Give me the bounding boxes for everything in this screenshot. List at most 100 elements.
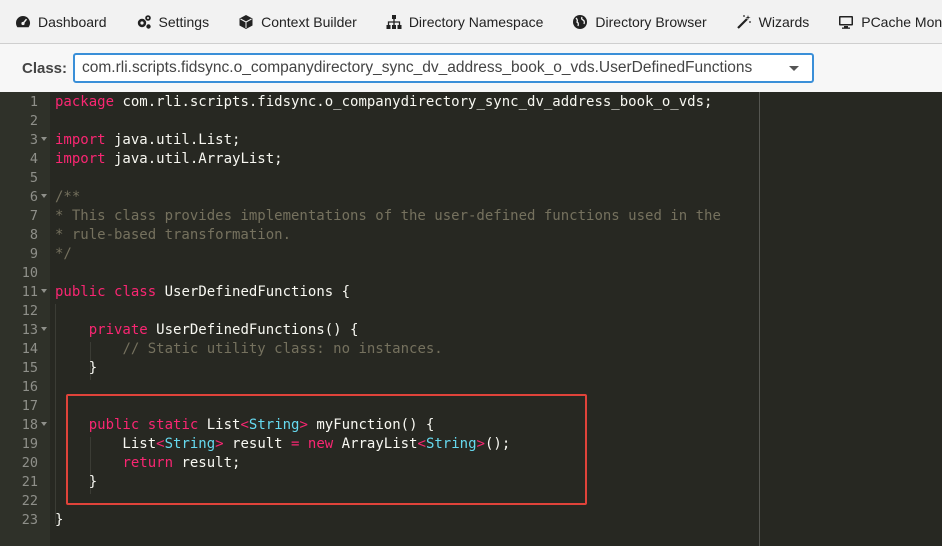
nav-directory-browser-label: Directory Browser <box>595 13 707 30</box>
nav-pcache-monitoring[interactable]: PCache Monitoring <box>823 0 942 43</box>
line-number: 2 <box>29 113 38 129</box>
nav-wizards-label: Wizards <box>758 13 810 30</box>
class-bar: Class: com.rli.scripts.fidsync.o_company… <box>0 44 942 92</box>
code-token: UserDefinedFunctions() { <box>147 322 359 338</box>
nav-context-builder[interactable]: Context Builder <box>223 0 371 43</box>
nav-directory-namespace[interactable]: Directory Namespace <box>371 0 558 43</box>
code-text: public class UserDefinedFunctions { <box>55 283 350 302</box>
line-number: 4 <box>29 151 38 167</box>
line-number: 8 <box>29 227 38 243</box>
fold-arrow-icon[interactable] <box>41 137 47 141</box>
code-line[interactable]: 8 * rule-based transformation. <box>0 226 942 245</box>
line-number: 6 <box>29 189 38 205</box>
code-text: } <box>55 511 63 530</box>
code-token: // Static utility class: no instances. <box>122 341 443 357</box>
line-number: 3 <box>29 132 38 148</box>
line-number: 21 <box>21 474 38 490</box>
code-line[interactable]: 3 import java.util.List; <box>0 131 942 150</box>
code-text: import java.util.ArrayList; <box>55 150 283 169</box>
monitor-icon <box>837 13 855 31</box>
line-number: 13 <box>21 322 38 338</box>
line-number: 22 <box>21 493 38 509</box>
code-token: } <box>55 360 98 376</box>
nav-settings-label: Settings <box>158 13 210 30</box>
code-token: UserDefinedFunctions { <box>156 284 351 300</box>
line-number: 15 <box>21 360 38 376</box>
line-number: 5 <box>29 170 38 186</box>
line-number: 17 <box>21 398 38 414</box>
top-navigation: Dashboard Settings Context Builder Direc… <box>0 0 942 44</box>
code-line[interactable]: 6 /** <box>0 188 942 207</box>
line-number: 20 <box>21 455 38 471</box>
code-token: class <box>114 284 157 300</box>
code-text: /** <box>55 188 80 207</box>
line-number: 10 <box>21 265 38 281</box>
code-token: } <box>55 512 64 528</box>
gears-icon <box>135 13 153 31</box>
fold-arrow-icon[interactable] <box>41 289 47 293</box>
line-number: 19 <box>21 436 38 452</box>
nav-directory-browser[interactable]: Directory Browser <box>557 0 720 43</box>
line-number: 9 <box>29 246 38 262</box>
code-line[interactable]: 9 */ <box>0 245 942 264</box>
code-text: * This class provides implementations of… <box>55 207 721 226</box>
code-text: package com.rli.scripts.fidsync.o_compan… <box>55 93 712 112</box>
fold-arrow-icon[interactable] <box>41 327 47 331</box>
code-token: java.util.List; <box>105 132 241 148</box>
highlight-annotation-box <box>66 394 587 505</box>
code-text: */ <box>55 245 72 264</box>
sitemap-icon <box>385 13 403 31</box>
class-select[interactable]: com.rli.scripts.fidsync.o_companydirecto… <box>73 53 814 83</box>
code-line[interactable]: 14 // Static utility class: no instances… <box>0 340 942 359</box>
code-token: private <box>88 322 148 338</box>
nav-wizards[interactable]: Wizards <box>721 0 824 43</box>
code-line[interactable]: 4 import java.util.ArrayList; <box>0 150 942 169</box>
code-token: import <box>55 151 106 167</box>
nav-dashboard[interactable]: Dashboard <box>0 0 121 43</box>
nav-pcache-monitoring-label: PCache Monitoring <box>861 13 942 30</box>
dashboard-icon <box>14 13 32 31</box>
code-token: com.rli.scripts.fidsync.o_companydirecto… <box>114 94 713 110</box>
code-editor[interactable]: 1 package com.rli.scripts.fidsync.o_compa… <box>0 92 942 546</box>
code-line[interactable]: 10 <box>0 264 942 283</box>
code-line[interactable]: 11 public class UserDefinedFunctions { <box>0 283 942 302</box>
line-number: 16 <box>21 379 38 395</box>
nav-settings[interactable]: Settings <box>121 0 224 43</box>
code-token: java.util.ArrayList; <box>105 151 283 167</box>
code-line[interactable]: 7 * This class provides implementations o… <box>0 207 942 226</box>
code-text: * rule-based transformation. <box>55 226 291 245</box>
nav-dashboard-label: Dashboard <box>38 13 107 30</box>
code-token: package <box>55 94 115 110</box>
class-select-value: com.rli.scripts.fidsync.o_companydirecto… <box>82 59 753 76</box>
code-line[interactable]: 15 } <box>0 359 942 378</box>
globe-icon <box>571 13 589 31</box>
class-label: Class: <box>22 59 68 77</box>
code-line[interactable]: 12 <box>0 302 942 321</box>
code-token: /** <box>55 189 81 205</box>
line-number: 14 <box>21 341 38 357</box>
line-number: 1 <box>29 94 38 110</box>
code-token: public <box>55 284 106 300</box>
line-number: 11 <box>21 284 38 300</box>
code-token: import <box>55 132 106 148</box>
fold-arrow-icon[interactable] <box>41 422 47 426</box>
line-number: 23 <box>21 512 38 528</box>
code-line[interactable]: 5 <box>0 169 942 188</box>
code-token: * rule-based transformation. <box>55 227 292 243</box>
code-line[interactable]: 1 package com.rli.scripts.fidsync.o_compa… <box>0 93 942 112</box>
nav-directory-namespace-label: Directory Namespace <box>408 13 544 30</box>
code-line[interactable]: 13 private UserDefinedFunctions() { <box>0 321 942 340</box>
code-line[interactable]: 23} <box>0 511 942 530</box>
code-token: * This class provides implementations of… <box>55 208 721 224</box>
fold-arrow-icon[interactable] <box>41 194 47 198</box>
line-number: 7 <box>29 208 38 224</box>
magic-wand-icon <box>735 13 753 31</box>
code-text: } <box>55 359 97 378</box>
code-text: private UserDefinedFunctions() { <box>55 321 359 340</box>
code-text: // Static utility class: no instances. <box>55 340 443 359</box>
chevron-down-icon <box>789 66 799 71</box>
code-line[interactable]: 2 <box>0 112 942 131</box>
